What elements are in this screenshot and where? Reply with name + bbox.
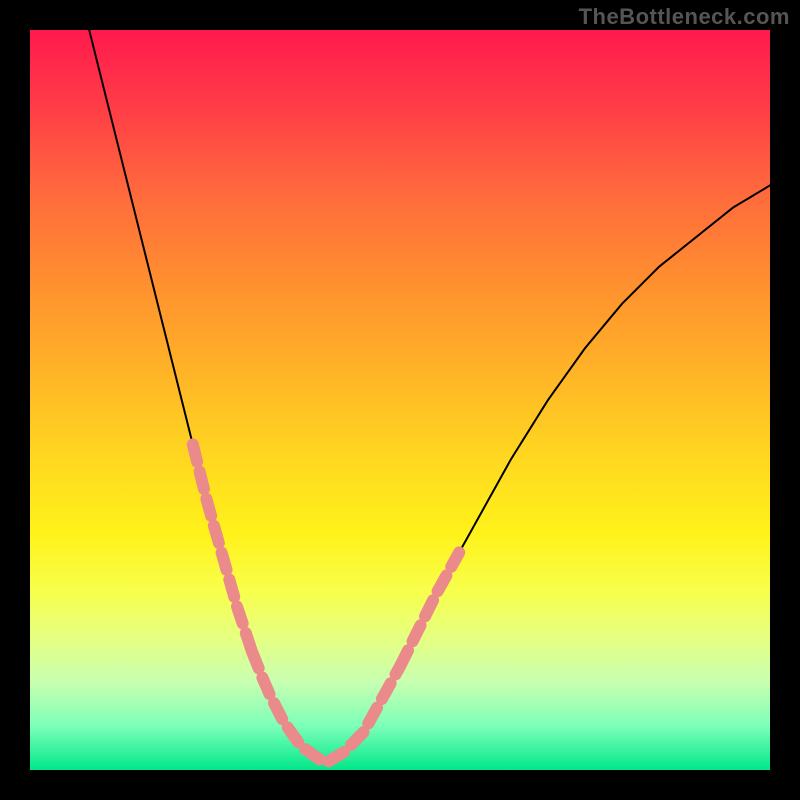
highlight-dash [425, 600, 433, 616]
highlight-dash [329, 752, 344, 761]
highlight-dash [262, 678, 269, 695]
highlight-dash [274, 703, 282, 719]
highlight-dash [413, 625, 421, 641]
chart-overlay [30, 30, 770, 770]
chart-frame: TheBottleneck.com [0, 0, 800, 800]
highlight-dash [193, 444, 197, 461]
highlight-dash [252, 652, 259, 669]
highlight-dash [451, 552, 459, 566]
highlight-dash [288, 727, 298, 742]
highlight-dash [206, 499, 211, 516]
highlight-dash [438, 576, 447, 592]
highlight-dash [400, 650, 408, 666]
highlight-dash [305, 749, 320, 759]
plot-area [30, 30, 770, 770]
highlight-dash [382, 683, 391, 699]
bottleneck-curve [89, 30, 770, 763]
highlight-dash [222, 553, 227, 570]
highlight-dashes [193, 444, 459, 761]
watermark-text: TheBottleneck.com [579, 4, 790, 30]
highlight-dash [229, 580, 234, 597]
highlight-dash [237, 606, 243, 623]
highlight-dash [214, 526, 219, 543]
highlight-dash [351, 732, 364, 745]
highlight-dash [200, 472, 204, 489]
highlight-dash [368, 708, 377, 724]
